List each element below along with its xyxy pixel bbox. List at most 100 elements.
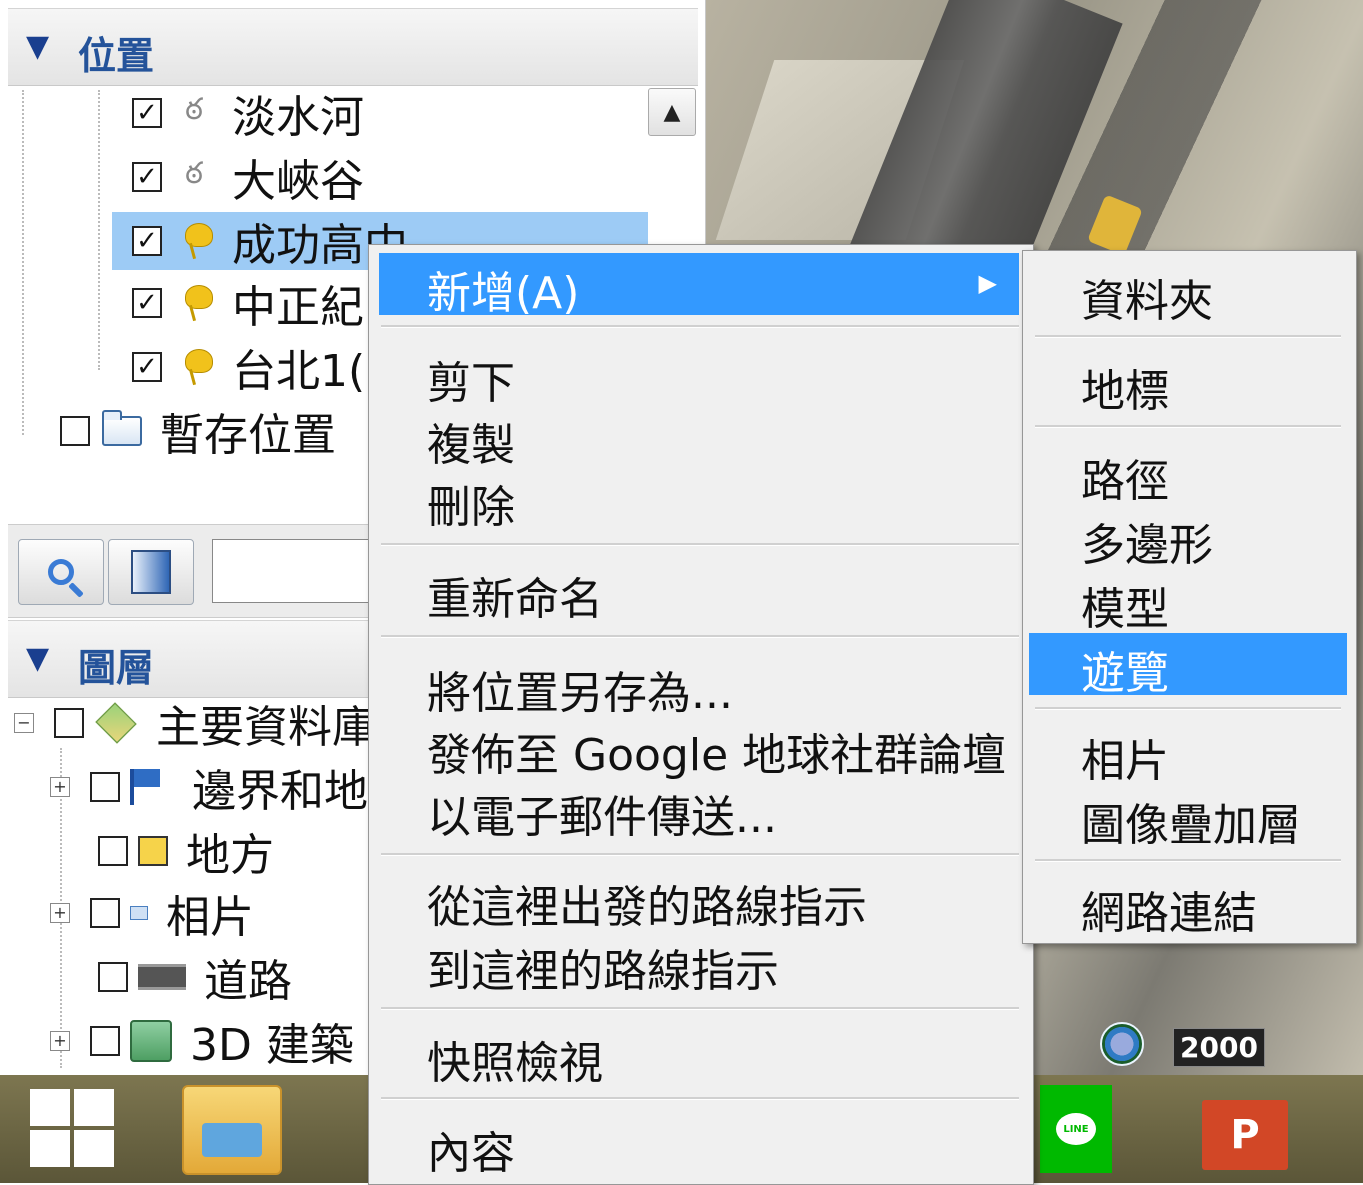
place-checkbox[interactable]: ✓ bbox=[132, 288, 162, 318]
temp-places-item[interactable]: 暫存位置 bbox=[60, 402, 336, 461]
submenu-item-folder[interactable]: 資料夾 bbox=[1029, 261, 1347, 327]
place-item[interactable]: ✓ ఠ 淡水河 bbox=[132, 84, 364, 143]
place-item-label: 大峽谷 bbox=[232, 156, 364, 207]
layer-checkbox[interactable] bbox=[90, 898, 120, 928]
menu-separator bbox=[1035, 707, 1341, 710]
layer-item[interactable]: 地方 bbox=[98, 822, 274, 881]
scroll-up-button[interactable]: ▲ bbox=[648, 88, 696, 136]
menu-item-label: 地標 bbox=[1081, 366, 1169, 417]
line-app-label: LINE bbox=[1056, 1113, 1096, 1145]
menu-item-save-as[interactable]: 將位置另存為... bbox=[379, 653, 1019, 719]
layer-item[interactable]: + 3D 建築 bbox=[50, 1012, 354, 1071]
menu-item-publish[interactable]: 發佈至 Google 地球社群論壇 bbox=[379, 715, 1019, 781]
menu-item-label: 多邊形 bbox=[1081, 520, 1213, 571]
submenu-item-path[interactable]: 路徑 bbox=[1029, 441, 1347, 507]
place-item[interactable]: ✓ 中正紀 bbox=[132, 274, 364, 333]
menu-separator bbox=[381, 1097, 1019, 1100]
menu-item-label: 發佈至 Google 地球社群論壇 bbox=[427, 730, 1007, 781]
menu-item-directions-from[interactable]: 從這裡出發的路線指示 bbox=[379, 867, 1019, 933]
panel-toggle-icon bbox=[131, 550, 171, 594]
road-icon bbox=[138, 964, 186, 990]
menu-item-label: 剪下 bbox=[427, 358, 515, 409]
submenu-item-tour[interactable]: 遊覽 bbox=[1029, 633, 1347, 699]
layer-checkbox[interactable] bbox=[54, 708, 84, 738]
submenu-item-network-link[interactable]: 網路連結 bbox=[1029, 873, 1347, 939]
flag-icon bbox=[130, 769, 174, 805]
menu-item-cut[interactable]: 剪下 bbox=[379, 343, 1019, 409]
menu-item-properties[interactable]: 內容 bbox=[379, 1113, 1019, 1179]
menu-item-label: 模型 bbox=[1081, 584, 1169, 635]
menu-separator bbox=[1035, 859, 1341, 862]
place-item-label: 淡水河 bbox=[232, 92, 364, 143]
layer-item-label: 邊界和地 bbox=[192, 766, 368, 817]
collapse-triangle-icon[interactable]: ▼ bbox=[26, 29, 49, 64]
menu-item-label: 相片 bbox=[1081, 736, 1169, 787]
map-vehicle bbox=[1087, 194, 1143, 256]
layer-checkbox[interactable] bbox=[98, 836, 128, 866]
historical-imagery-clock-icon[interactable] bbox=[1100, 1022, 1144, 1066]
context-menu: 新增(A) ▶ 剪下 複製 刪除 重新命名 將位置另存為... 發佈至 Goog… bbox=[368, 244, 1034, 1185]
menu-item-snapshot[interactable]: 快照檢視 bbox=[379, 1023, 1019, 1089]
add-submenu: 資料夾 地標 路徑 多邊形 模型 遊覽 相片 圖像疊加層 網路連結 bbox=[1022, 250, 1357, 944]
layer-item[interactable]: − 主要資料庫 bbox=[14, 694, 376, 753]
folder-icon bbox=[100, 409, 144, 453]
menu-item-copy[interactable]: 複製 bbox=[379, 405, 1019, 471]
menu-item-add[interactable]: 新增(A) ▶ bbox=[379, 253, 1019, 319]
powerpoint-label: P bbox=[1230, 1112, 1260, 1158]
layer-checkbox[interactable] bbox=[90, 772, 120, 802]
search-button[interactable] bbox=[18, 539, 104, 605]
menu-item-delete[interactable]: 刪除 bbox=[379, 467, 1019, 533]
submenu-item-polygon[interactable]: 多邊形 bbox=[1029, 505, 1347, 571]
menu-item-label: 內容 bbox=[427, 1128, 515, 1179]
menu-item-label: 路徑 bbox=[1081, 456, 1169, 507]
placemark-icon bbox=[172, 345, 216, 389]
expand-toggle[interactable]: + bbox=[50, 1031, 70, 1051]
line-app-icon[interactable]: LINE bbox=[1040, 1085, 1112, 1173]
places-header[interactable]: ▼ 位置 bbox=[8, 8, 698, 86]
layer-item[interactable]: 道路 bbox=[98, 948, 292, 1007]
collapse-toggle[interactable]: − bbox=[14, 713, 34, 733]
collapse-triangle-icon[interactable]: ▼ bbox=[26, 641, 49, 676]
file-explorer-icon[interactable] bbox=[182, 1085, 282, 1175]
place-checkbox[interactable]: ✓ bbox=[132, 352, 162, 382]
menu-separator bbox=[381, 853, 1019, 856]
placemark-icon bbox=[172, 219, 216, 263]
place-checkbox[interactable]: ✓ bbox=[132, 98, 162, 128]
powerpoint-icon[interactable]: P bbox=[1202, 1100, 1288, 1170]
path-icon: ఠ bbox=[185, 92, 203, 127]
submenu-item-photo[interactable]: 相片 bbox=[1029, 721, 1347, 787]
windows-start-icon[interactable] bbox=[30, 1089, 116, 1169]
menu-item-label: 複製 bbox=[427, 420, 515, 471]
layer-item[interactable]: + 相片 bbox=[50, 884, 254, 943]
placemark-icon bbox=[172, 281, 216, 325]
menu-item-label: 新增(A) bbox=[427, 268, 580, 319]
place-checkbox[interactable] bbox=[60, 416, 90, 446]
place-item-label: 中正紀 bbox=[232, 282, 364, 333]
search-icon bbox=[48, 559, 74, 585]
submenu-item-placemark[interactable]: 地標 bbox=[1029, 351, 1347, 417]
place-checkbox[interactable]: ✓ bbox=[132, 162, 162, 192]
submenu-item-model[interactable]: 模型 bbox=[1029, 569, 1347, 635]
menu-item-label: 遊覽 bbox=[1081, 648, 1169, 699]
menu-item-directions-to[interactable]: 到這裡的路線指示 bbox=[379, 931, 1019, 997]
photo-icon bbox=[130, 906, 148, 920]
menu-item-label: 快照檢視 bbox=[427, 1038, 603, 1089]
layer-checkbox[interactable] bbox=[98, 962, 128, 992]
tree-guide-line bbox=[98, 90, 100, 370]
submenu-item-image-overlay[interactable]: 圖像疊加層 bbox=[1029, 785, 1347, 851]
expand-toggle[interactable]: + bbox=[50, 903, 70, 923]
menu-item-label: 從這裡出發的路線指示 bbox=[427, 882, 867, 933]
menu-item-rename[interactable]: 重新命名 bbox=[379, 559, 1019, 625]
place-item[interactable]: ✓ ఠ 大峽谷 bbox=[132, 148, 364, 207]
place-square-icon bbox=[138, 836, 168, 866]
layer-checkbox[interactable] bbox=[90, 1026, 120, 1056]
place-item[interactable]: ✓ 台北1( bbox=[132, 338, 365, 397]
menu-separator bbox=[381, 635, 1019, 638]
menu-item-email[interactable]: 以電子郵件傳送... bbox=[379, 777, 1019, 843]
toggle-panel-button[interactable] bbox=[108, 539, 194, 605]
layer-item[interactable]: + 邊界和地 bbox=[50, 758, 368, 817]
tree-guide-line bbox=[22, 90, 24, 435]
expand-toggle[interactable]: + bbox=[50, 777, 70, 797]
place-checkbox[interactable]: ✓ bbox=[132, 226, 162, 256]
menu-item-label: 將位置另存為... bbox=[427, 668, 733, 719]
